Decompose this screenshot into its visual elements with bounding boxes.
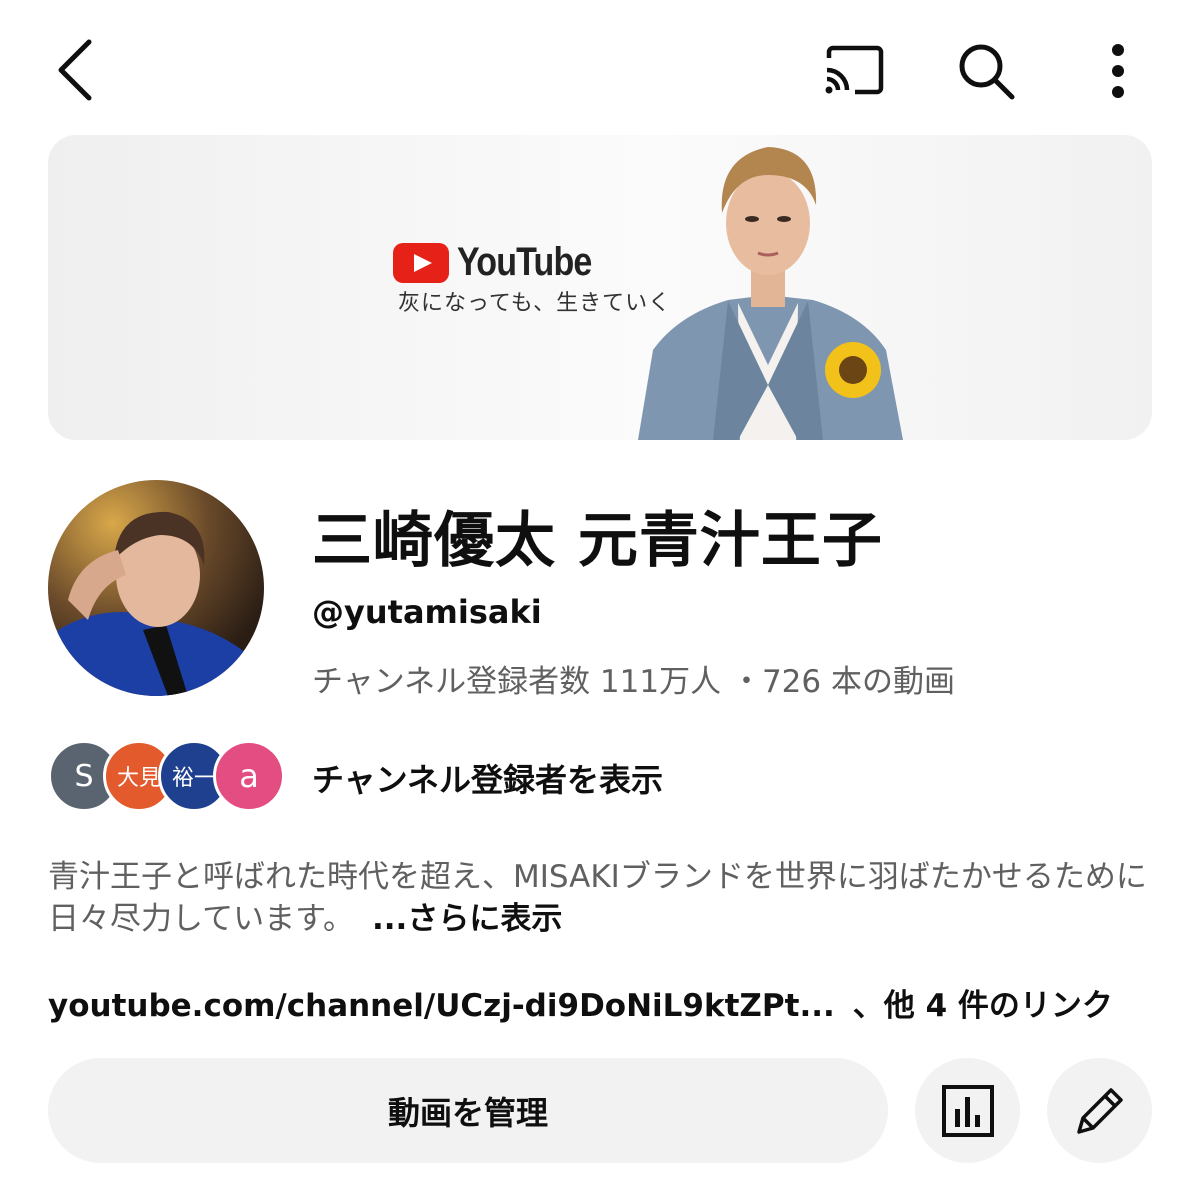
chevron-left-icon (58, 39, 92, 101)
search-icon (959, 44, 1015, 100)
analytics-icon (941, 1084, 994, 1137)
top-app-bar (0, 0, 1200, 140)
show-more-link[interactable]: ...さらに表示 (372, 901, 562, 937)
show-subscribers-link[interactable]: チャンネル登録者を表示 (312, 755, 663, 801)
back-button[interactable] (40, 30, 110, 110)
analytics-button[interactable] (915, 1058, 1020, 1163)
channel-links[interactable]: youtube.com/channel/UCzj-di9DoNiL9ktZPt.… (48, 980, 1113, 1025)
manage-videos-button[interactable]: 動画を管理 (48, 1058, 888, 1163)
primary-link[interactable]: youtube.com/channel/UCzj-di9DoNiL9ktZPt.… (48, 988, 835, 1024)
description-text: 青汁王子と呼ばれた時代を超え、MISAKIブランドを世界に羽ばたかせるために日々… (48, 859, 1147, 937)
other-links[interactable]: 、他 4 件のリンク (853, 988, 1113, 1024)
pencil-icon (1076, 1087, 1123, 1134)
channel-handle: @yutamisaki (312, 593, 542, 631)
more-vertical-icon (1111, 44, 1124, 98)
edit-channel-button[interactable] (1047, 1058, 1152, 1163)
more-options-button[interactable] (1095, 38, 1140, 104)
channel-name: 三崎優太 元青汁王子 (312, 506, 883, 576)
channel-avatar[interactable] (48, 480, 264, 696)
youtube-logo: YouTube (393, 240, 615, 285)
youtube-play-icon (393, 242, 449, 283)
youtube-logo-text: YouTube (457, 240, 592, 284)
channel-stats: チャンネル登録者数 111万人 ・726 本の動画 (312, 664, 955, 700)
subscriber-avatar: a (213, 740, 285, 812)
channel-description[interactable]: 青汁王子と呼ばれた時代を超え、MISAKIブランドを世界に羽ばたかせるために日々… (48, 856, 1158, 940)
search-button[interactable] (950, 38, 1022, 104)
subscriber-avatars[interactable]: S 大見 裕一 a (48, 740, 288, 812)
manage-videos-label: 動画を管理 (387, 1093, 548, 1132)
cast-button[interactable] (815, 40, 890, 100)
banner-portrait (638, 147, 903, 440)
cast-icon (825, 45, 883, 95)
channel-banner: YouTube 灰になっても、生きていく (48, 135, 1152, 440)
